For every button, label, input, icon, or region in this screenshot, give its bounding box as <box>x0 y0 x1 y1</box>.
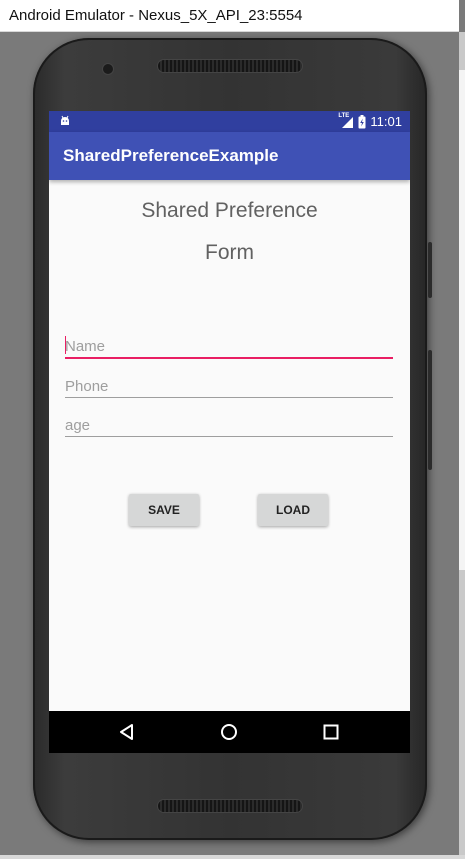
name-field[interactable] <box>65 325 393 359</box>
volume-button[interactable] <box>428 242 432 298</box>
battery-charging-icon <box>358 114 366 128</box>
form-heading-line2: Form <box>205 241 254 264</box>
status-time: 11:01 <box>370 114 402 129</box>
window-bottom-edge <box>0 855 465 859</box>
save-button[interactable]: SAVE <box>129 494 199 526</box>
navigation-bar <box>49 711 410 753</box>
home-icon[interactable] <box>219 722 239 742</box>
age-input[interactable] <box>65 417 393 434</box>
load-button[interactable]: LOAD <box>258 494 328 526</box>
app-title: SharedPreferenceExample <box>63 146 279 165</box>
recents-icon[interactable] <box>321 722 341 742</box>
top-speaker <box>158 60 302 72</box>
age-field[interactable] <box>65 404 393 437</box>
form-heading-line1: Shared Preference <box>141 199 318 222</box>
back-icon[interactable] <box>117 722 137 742</box>
phone-field[interactable] <box>65 365 393 398</box>
device-screen: LTE 11:01 SharedPreferenceExample Shared… <box>49 111 410 753</box>
bottom-speaker <box>158 800 302 812</box>
android-notification-icon <box>61 115 69 125</box>
background-window-strip <box>459 70 465 570</box>
name-input[interactable] <box>65 338 393 355</box>
front-camera <box>103 64 113 74</box>
app-bar: SharedPreferenceExample <box>49 132 410 180</box>
status-bar: LTE 11:01 <box>49 111 410 132</box>
phone-input[interactable] <box>65 378 393 395</box>
emulator-window-title: Android Emulator - Nexus_5X_API_23:5554 <box>0 0 459 32</box>
power-button[interactable] <box>428 350 432 470</box>
signal-icon: LTE <box>338 113 354 129</box>
